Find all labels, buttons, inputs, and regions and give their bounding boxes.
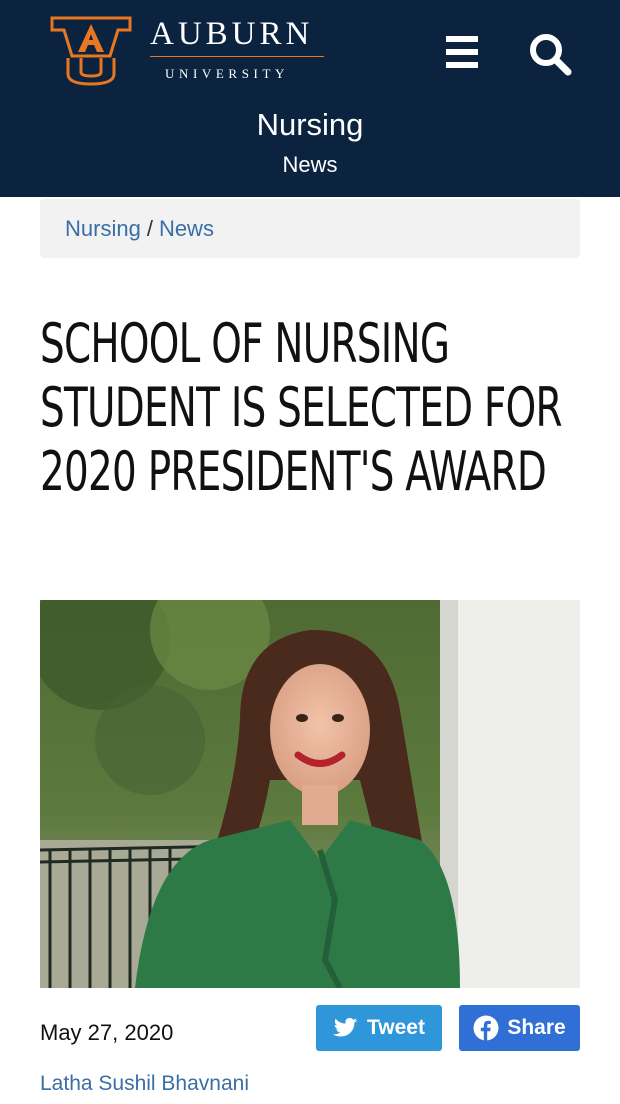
breadcrumb-link-nursing[interactable]: Nursing — [65, 216, 141, 242]
au-monogram-icon[interactable] — [48, 12, 134, 86]
share-label: Share — [507, 1016, 566, 1039]
tweet-label: Tweet — [367, 1016, 425, 1039]
article-photo — [40, 600, 580, 988]
site-header: AUBURN UNIVERSITY Nursing News — [0, 0, 620, 197]
facebook-icon — [473, 1015, 499, 1041]
article-date: May 27, 2020 — [40, 1020, 174, 1045]
breadcrumb-link-news[interactable]: News — [159, 216, 214, 242]
search-icon[interactable] — [526, 30, 574, 78]
article-title: SCHOOL OF NURSING STUDENT IS SELECTED FO… — [40, 312, 562, 503]
wordmark-divider — [150, 56, 324, 57]
wordmark-university: UNIVERSITY — [165, 66, 289, 81]
breadcrumb-separator: / — [146, 215, 153, 241]
twitter-bird-icon — [333, 1018, 359, 1037]
site-subtitle[interactable]: News — [0, 152, 620, 178]
breadcrumb: Nursing / News — [40, 199, 580, 258]
site-title[interactable]: Nursing — [0, 106, 620, 144]
hamburger-menu-icon[interactable] — [442, 32, 482, 72]
facebook-share-button[interactable]: Share — [459, 1005, 580, 1051]
wordmark-auburn: AUBURN — [150, 16, 314, 52]
article-author-link[interactable]: Latha Sushil Bhavnani — [40, 1072, 249, 1096]
tweet-button[interactable]: Tweet — [316, 1005, 442, 1051]
